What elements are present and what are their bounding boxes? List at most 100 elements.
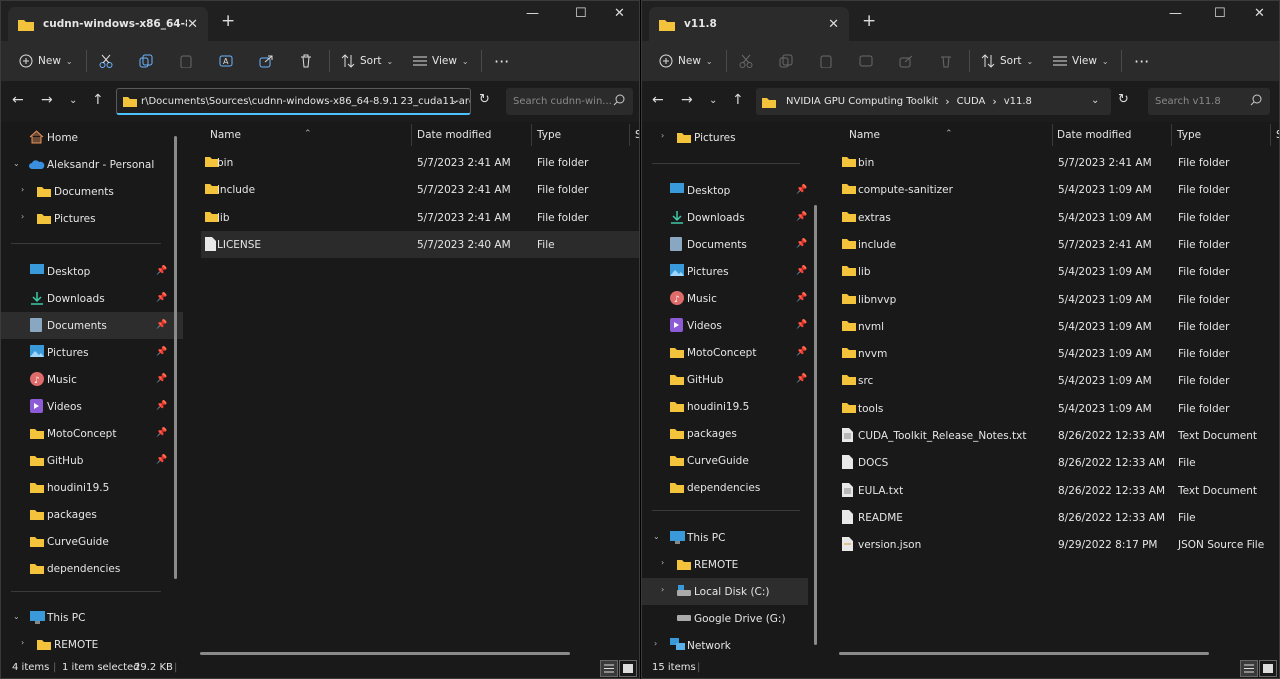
refresh-button[interactable]: ↻ bbox=[479, 92, 490, 107]
horizontal-scrollbar[interactable] bbox=[839, 652, 1209, 655]
file-row[interactable]: tools 5/4/2023 1:09 AM File folder bbox=[838, 395, 1279, 422]
breadcrumb-item[interactable]: NVIDIA GPU Computing Toolkit bbox=[786, 96, 938, 107]
nav-scrollbar[interactable] bbox=[174, 136, 177, 579]
column-header-type[interactable]: Type bbox=[1177, 129, 1201, 141]
nav-scrollbar[interactable] bbox=[814, 205, 817, 645]
forward-button[interactable]: → bbox=[41, 92, 53, 108]
nav-item-pictures[interactable]: Pictures 📌 bbox=[1, 339, 183, 366]
file-row[interactable]: lib 5/4/2023 1:09 AM File folder bbox=[838, 258, 1279, 285]
copy-button[interactable] bbox=[779, 41, 793, 81]
file-row[interactable]: bin 5/7/2023 2:41 AM File folder bbox=[201, 149, 639, 176]
address-dropdown-button[interactable]: ⌄ bbox=[1091, 95, 1099, 106]
file-row[interactable]: nvvm 5/4/2023 1:09 AM File folder bbox=[838, 340, 1279, 367]
nav-item-pictures[interactable]: Pictures 📌 bbox=[642, 258, 820, 285]
nav-item-onedrive[interactable]: ⌄ Aleksandr - Personal bbox=[1, 151, 183, 178]
chevron-right-icon[interactable]: › bbox=[661, 558, 664, 567]
nav-item-houdini[interactable]: houdini19.5 bbox=[1, 474, 183, 501]
chevron-right-icon[interactable]: › bbox=[21, 185, 24, 194]
file-row[interactable]: nvml 5/4/2023 1:09 AM File folder bbox=[838, 313, 1279, 340]
nav-item-motoconcept[interactable]: MotoConcept 📌 bbox=[642, 339, 820, 366]
nav-item-desktop[interactable]: Desktop 📌 bbox=[642, 177, 820, 204]
column-divider[interactable] bbox=[1171, 124, 1172, 146]
rename-button[interactable] bbox=[859, 41, 873, 81]
address-bar[interactable]: NVIDIA GPU Computing Toolkit › CUDA › v1… bbox=[756, 88, 1111, 115]
column-divider[interactable] bbox=[531, 124, 532, 146]
nav-item-github[interactable]: GitHub 📌 bbox=[1, 447, 183, 474]
close-window-button[interactable]: ✕ bbox=[1254, 6, 1265, 21]
file-row[interactable]: compute-sanitizer 5/4/2023 1:09 AM File fo… bbox=[838, 176, 1279, 203]
tiles-view-button[interactable] bbox=[1259, 660, 1277, 677]
column-divider[interactable] bbox=[411, 124, 412, 146]
nav-item-home[interactable]: Home bbox=[1, 124, 183, 151]
nav-item-pictures-onedrive[interactable]: › Pictures bbox=[1, 205, 183, 232]
new-tab-button[interactable]: + bbox=[221, 11, 235, 31]
column-divider[interactable] bbox=[629, 124, 630, 146]
minimize-button[interactable]: — bbox=[526, 6, 539, 21]
delete-button[interactable] bbox=[299, 41, 313, 81]
column-header-date-modified[interactable]: Date modified bbox=[1057, 129, 1131, 141]
paste-button[interactable] bbox=[179, 41, 193, 81]
share-button[interactable] bbox=[259, 41, 273, 81]
forward-button[interactable]: → bbox=[681, 92, 693, 108]
view-button[interactable]: View ⌄ bbox=[413, 41, 469, 81]
file-row[interactable]: extras 5/4/2023 1:09 AM File folder bbox=[838, 204, 1279, 231]
nav-item-dependencies[interactable]: dependencies bbox=[642, 474, 820, 501]
nav-item-videos[interactable]: Videos 📌 bbox=[642, 312, 820, 339]
rename-button[interactable]: A bbox=[219, 41, 233, 81]
chevron-right-icon[interactable]: › bbox=[654, 639, 657, 648]
nav-item-music[interactable]: ♪ Music 📌 bbox=[642, 285, 820, 312]
close-tab-icon[interactable]: ✕ bbox=[828, 17, 839, 32]
chevron-right-icon[interactable]: › bbox=[21, 212, 24, 221]
column-header-size[interactable]: S bbox=[635, 129, 639, 141]
nav-item-houdini[interactable]: houdini19.5 bbox=[642, 393, 820, 420]
more-options-button[interactable]: ··· bbox=[494, 41, 509, 81]
nav-item-dependencies[interactable]: dependencies bbox=[1, 555, 183, 582]
share-button[interactable] bbox=[899, 41, 913, 81]
maximize-button[interactable]: ☐ bbox=[1214, 6, 1226, 21]
address-bar[interactable]: r\Documents\Sources\cudnn-windows-x86_64… bbox=[116, 88, 471, 115]
column-divider[interactable] bbox=[1052, 124, 1053, 146]
nav-item-curveguide[interactable]: CurveGuide bbox=[642, 447, 820, 474]
nav-item-documents[interactable]: Documents 📌 bbox=[1, 312, 183, 339]
file-row[interactable]: libnvvp 5/4/2023 1:09 AM File folder bbox=[838, 286, 1279, 313]
file-row[interactable]: src 5/4/2023 1:09 AM File folder bbox=[838, 367, 1279, 394]
nav-item-remote[interactable]: › REMOTE bbox=[1, 631, 183, 658]
back-button[interactable]: ← bbox=[652, 92, 664, 108]
nav-item-google-drive[interactable]: Google Drive (G:) bbox=[642, 605, 820, 632]
column-header-date-modified[interactable]: Date modified bbox=[417, 129, 491, 141]
nav-item-curveguide[interactable]: CurveGuide bbox=[1, 528, 183, 555]
nav-item-downloads[interactable]: Downloads 📌 bbox=[1, 285, 183, 312]
search-box[interactable]: Search cudnn-win... bbox=[506, 88, 633, 115]
cut-button[interactable] bbox=[99, 41, 113, 81]
breadcrumb-item[interactable]: v11.8 bbox=[1004, 96, 1032, 107]
chevron-down-icon[interactable]: ⌄ bbox=[13, 612, 20, 621]
nav-item-remote[interactable]: › REMOTE bbox=[642, 551, 820, 578]
nav-item-downloads[interactable]: Downloads 📌 bbox=[642, 204, 820, 231]
nav-item-documents-onedrive[interactable]: › Documents bbox=[1, 178, 183, 205]
nav-item-this-pc[interactable]: ⌄ This PC bbox=[1, 604, 183, 631]
sort-button[interactable]: Sort ⌄ bbox=[341, 41, 393, 81]
chevron-down-icon[interactable]: ⌄ bbox=[653, 532, 660, 541]
nav-item-packages[interactable]: packages bbox=[642, 420, 820, 447]
file-row[interactable]: include 5/7/2023 2:41 AM File folder bbox=[201, 176, 639, 203]
cut-button[interactable] bbox=[739, 41, 753, 81]
breadcrumb-separator-icon[interactable]: › bbox=[992, 95, 996, 108]
sort-button[interactable]: Sort ⌄ bbox=[981, 41, 1033, 81]
nav-item-local-disk[interactable]: › Local Disk (C:) bbox=[642, 578, 808, 605]
tiles-view-button[interactable] bbox=[619, 660, 637, 677]
column-header-size[interactable]: S bbox=[1276, 129, 1279, 141]
back-button[interactable]: ← bbox=[12, 92, 24, 108]
view-button[interactable]: View ⌄ bbox=[1053, 41, 1109, 81]
details-view-button[interactable] bbox=[1240, 660, 1258, 677]
nav-item-desktop[interactable]: Desktop 📌 bbox=[1, 258, 183, 285]
nav-item-motoconcept[interactable]: MotoConcept 📌 bbox=[1, 420, 183, 447]
nav-item-this-pc[interactable]: ⌄ This PC bbox=[642, 524, 820, 551]
copy-button[interactable] bbox=[139, 41, 153, 81]
close-window-button[interactable]: ✕ bbox=[614, 6, 625, 21]
up-button[interactable]: ↑ bbox=[732, 92, 744, 108]
refresh-button[interactable]: ↻ bbox=[1118, 92, 1129, 107]
address-dropdown-button[interactable]: ⌄ bbox=[451, 95, 459, 106]
paste-button[interactable] bbox=[819, 41, 833, 81]
file-row[interactable]: CUDA_Toolkit_Release_Notes.txt 8/26/2022 … bbox=[838, 422, 1279, 449]
breadcrumb-separator-icon[interactable]: › bbox=[945, 95, 949, 108]
